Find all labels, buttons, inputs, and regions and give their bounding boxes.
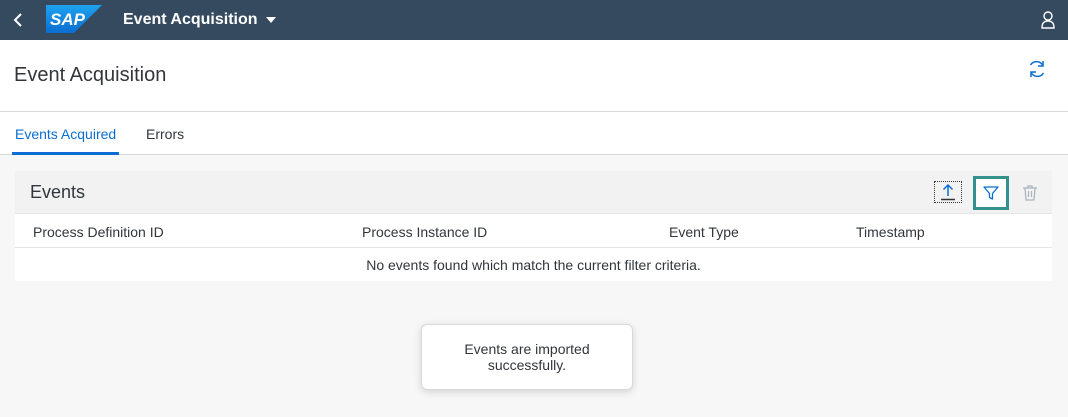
refresh-icon: [1029, 60, 1045, 78]
app-title: Event Acquisition: [123, 11, 258, 28]
tab-events-acquired[interactable]: Events Acquired: [12, 112, 120, 155]
delete-icon: [1023, 185, 1037, 201]
upload-button[interactable]: [934, 181, 962, 203]
table-header: Process Definition ID Process Instance I…: [15, 214, 1052, 248]
toast-message: Events are imported successfully.: [421, 324, 633, 390]
toast-text: Events are imported successfully.: [464, 341, 590, 373]
user-icon: [1041, 11, 1055, 29]
tab-bar: Events Acquired Errors: [0, 112, 1068, 155]
column-header-event-type[interactable]: Event Type: [669, 224, 739, 240]
user-button[interactable]: [1036, 6, 1060, 34]
tab-errors[interactable]: Errors: [146, 112, 184, 155]
app-title-menu[interactable]: Event Acquisition: [123, 0, 276, 40]
no-data-message: No events found which match the current …: [366, 256, 701, 273]
column-header-process-instance-id[interactable]: Process Instance ID: [362, 224, 487, 240]
page-title: Event Acquisition: [14, 64, 167, 86]
column-header-process-definition-id[interactable]: Process Definition ID: [33, 224, 164, 240]
dropdown-icon: [265, 17, 276, 23]
shell-bar: SAP Event Acquisition: [0, 0, 1068, 40]
column-header-timestamp[interactable]: Timestamp: [856, 224, 925, 240]
events-title: Events: [30, 182, 86, 202]
filter-button[interactable]: [973, 176, 1009, 210]
delete-button[interactable]: [1015, 179, 1045, 207]
refresh-button[interactable]: [1024, 56, 1050, 82]
back-button[interactable]: [6, 4, 30, 36]
filter-icon: [983, 186, 999, 200]
upload-icon: [941, 183, 955, 201]
back-icon: [13, 13, 22, 27]
sap-logo-text: SAP: [50, 10, 86, 29]
events-toolbar: Events: [15, 171, 1052, 214]
page-header: Event Acquisition: [0, 40, 1068, 112]
events-table: Events Process Definition ID Process Ins…: [15, 171, 1052, 281]
sap-logo[interactable]: SAP: [46, 5, 102, 33]
